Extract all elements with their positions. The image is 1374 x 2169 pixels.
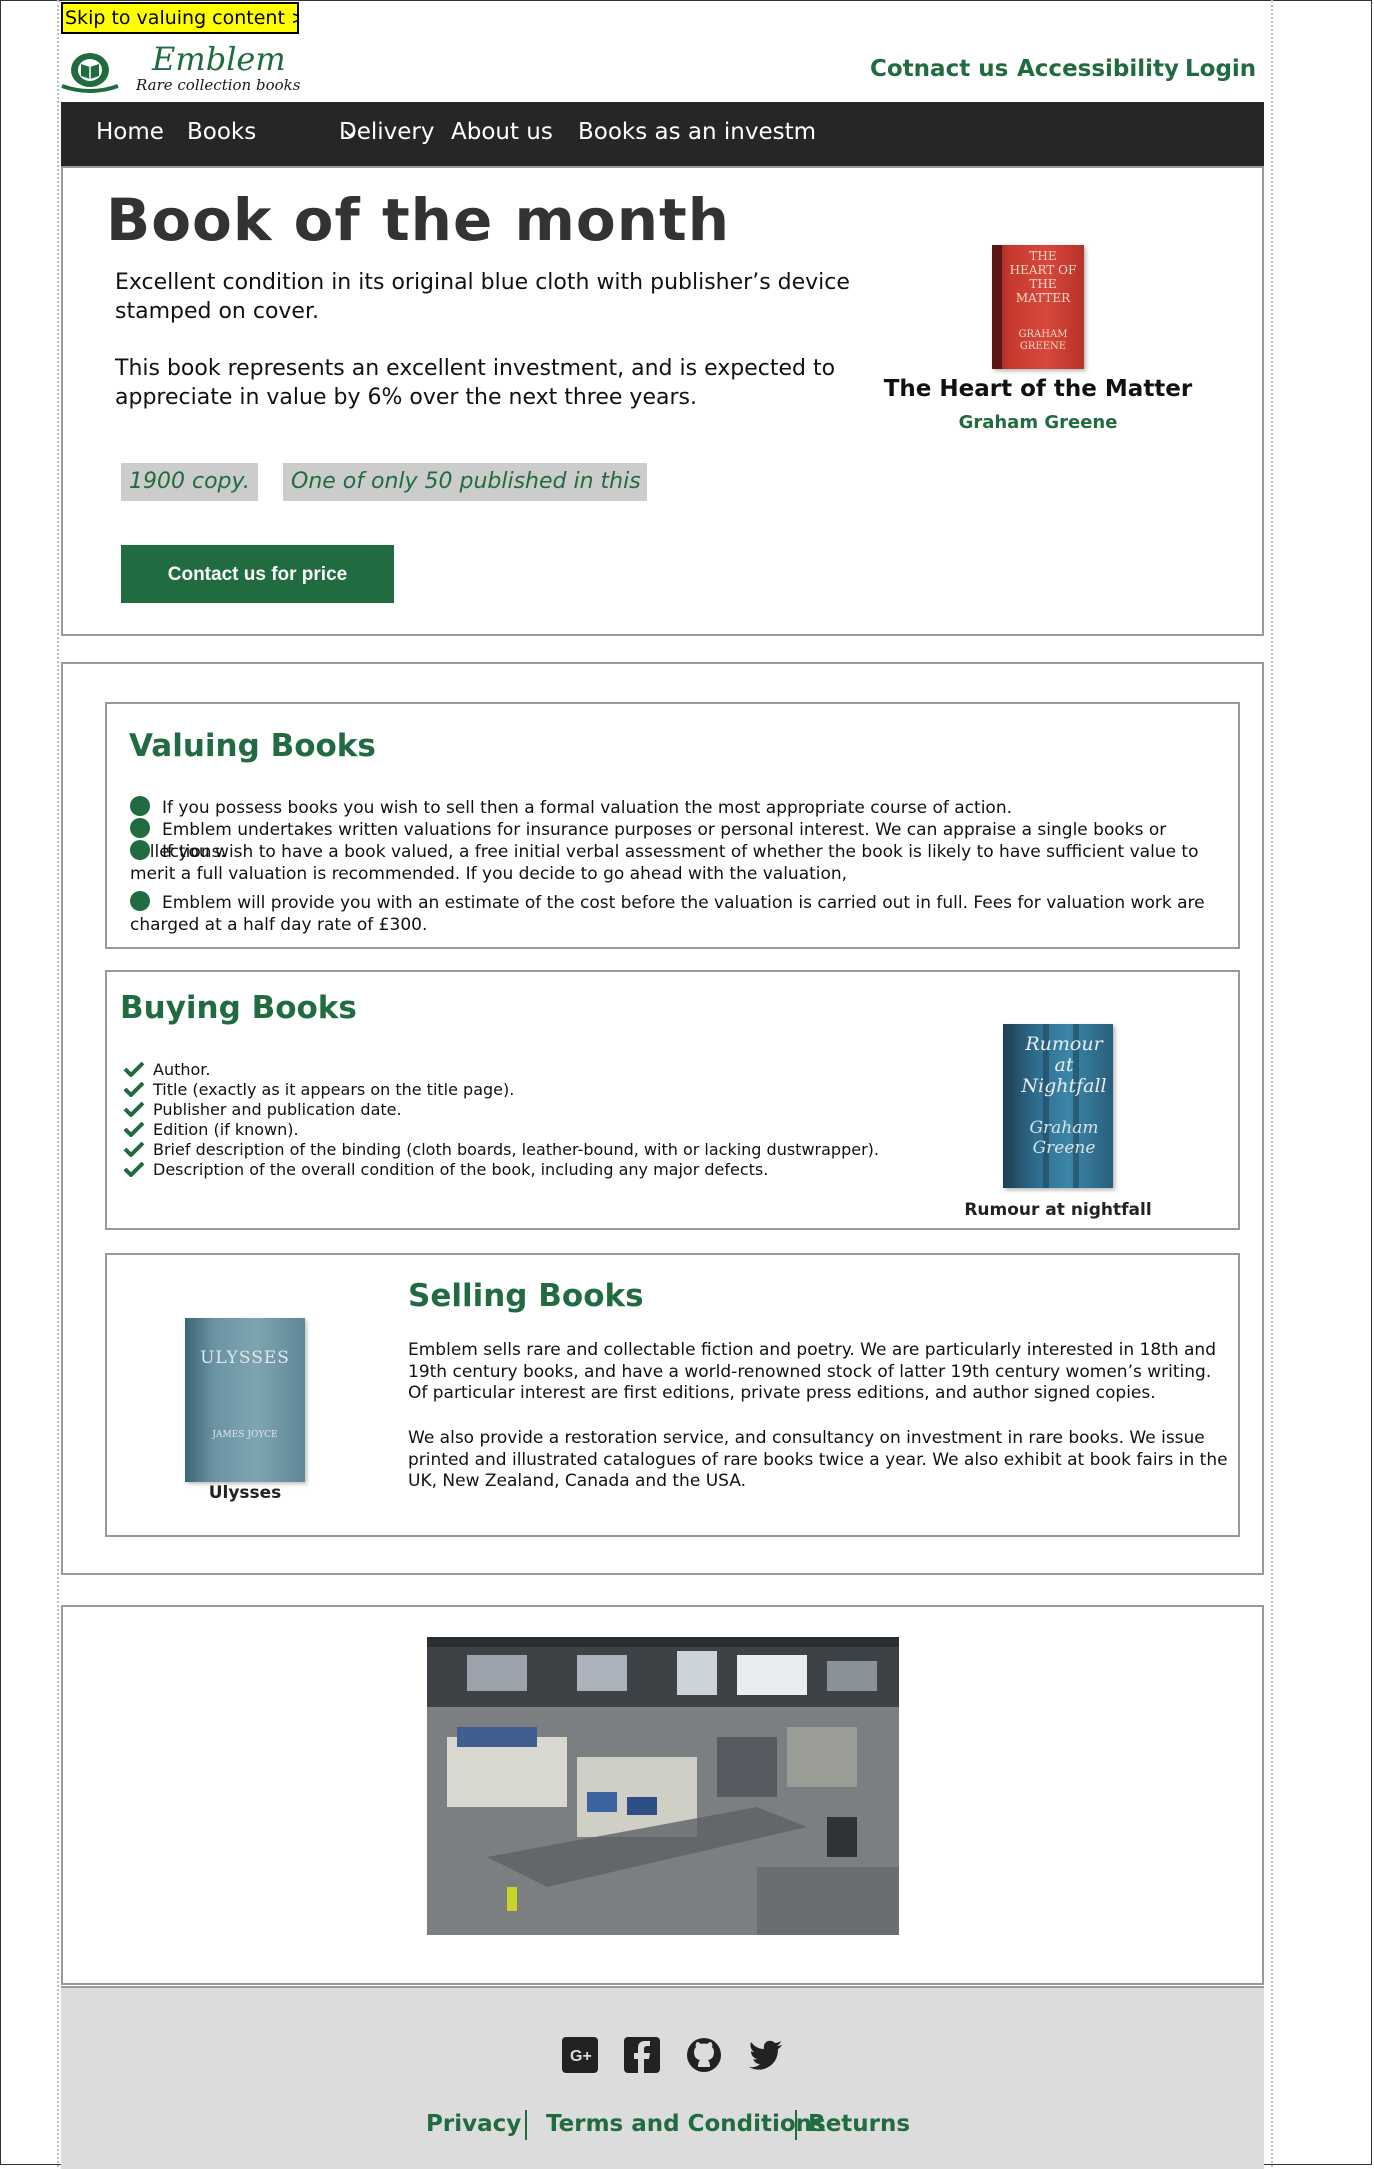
tag-limited-edition: One of only 50 published in this (283, 463, 647, 501)
guide-line-right (1271, 0, 1273, 2167)
cover-title: ULYSSES (200, 1348, 290, 1368)
nav-about-us[interactable]: About us (451, 119, 553, 145)
skip-to-content-link[interactable]: Skip to valuing content >> (61, 2, 299, 34)
cover-author: JAMES JOYCE (212, 1430, 278, 1440)
main-navbar: Home Books Delivery About us Books as an… (61, 102, 1264, 166)
terms-link[interactable]: Terms and Conditions (546, 2111, 826, 2137)
nav-books[interactable]: Books (187, 119, 256, 145)
buying-heading: Buying Books (120, 990, 357, 1026)
contact-us-link[interactable]: Cotnact us (870, 56, 1008, 82)
returns-link[interactable]: Returns (808, 2111, 910, 2137)
footer-separator (795, 2110, 797, 2140)
google-plus-icon[interactable]: G+ (562, 2037, 598, 2073)
brand-tagline: Rare collection books (136, 76, 301, 94)
valuing-heading: Valuing Books (129, 728, 376, 764)
privacy-link[interactable]: Privacy (426, 2111, 521, 2137)
list-item: Author. (123, 1060, 210, 1080)
facebook-icon[interactable] (624, 2037, 660, 2073)
checkmark-icon (123, 1081, 145, 1097)
selling-heading: Selling Books (408, 1278, 644, 1314)
cover-author: Graham Greene (1029, 1118, 1099, 1158)
list-item: Title (exactly as it appears on the titl… (123, 1080, 514, 1100)
list-item: If you wish to have a book valued, a fre… (130, 840, 1199, 884)
checkmark-icon (123, 1121, 145, 1137)
list-item: Emblem will provide you with an estimate… (130, 891, 1205, 935)
selling-paragraph-1: Emblem sells rare and collectable fictio… (408, 1340, 1216, 1403)
selling-image-caption: Ulysses (208, 1483, 282, 1503)
cover-author: GRAHAM GREENE (1018, 329, 1068, 352)
book-cover-heart-of-matter: THE HEART OF THE MATTER GRAHAM GREENE (992, 245, 1084, 369)
bullet-dot-icon (130, 818, 150, 838)
nav-delivery[interactable]: Delivery (339, 119, 434, 145)
checkmark-icon (123, 1141, 145, 1157)
cover-title: Rumour at Nightfall (1021, 1033, 1107, 1097)
accessibility-link[interactable]: Accessibility (1017, 56, 1179, 82)
brand-name: Emblem (152, 40, 286, 78)
page-title: Book of the month (106, 186, 731, 254)
twitter-icon[interactable] (748, 2037, 784, 2073)
nav-books-investment[interactable]: Books as an investm (578, 119, 816, 145)
tag-copy-year: 1900 copy. (121, 463, 258, 501)
list-item: Edition (if known). (123, 1120, 299, 1140)
checkmark-icon (123, 1101, 145, 1117)
cover-title: THE HEART OF THE MATTER (1009, 249, 1077, 305)
bullet-dot-icon (130, 796, 150, 816)
checkmark-icon (123, 1061, 145, 1077)
investment-note: This book represents an excellent invest… (115, 356, 836, 410)
list-item: Publisher and publication date. (123, 1100, 402, 1120)
svg-text:G+: G+ (570, 2048, 592, 2065)
brand-logo[interactable]: Emblem Rare collection books (60, 40, 310, 100)
featured-book-title: The Heart of the Matter (883, 376, 1193, 402)
featured-book-author: Graham Greene (958, 412, 1118, 433)
list-item: If you possess books you wish to sell th… (130, 796, 1220, 820)
site-footer (61, 1986, 1264, 2169)
checkmark-icon (123, 1161, 145, 1177)
list-item: Description of the overall condition of … (123, 1160, 768, 1180)
list-item: Brief description of the binding (cloth … (123, 1140, 879, 1160)
github-icon[interactable] (686, 2037, 722, 2073)
book-cover-ulysses: ULYSSES JAMES JOYCE (185, 1318, 305, 1482)
selling-paragraph-2: We also provide a restoration service, a… (408, 1428, 1228, 1491)
nav-home[interactable]: Home (96, 119, 164, 145)
bullet-dot-icon (130, 891, 150, 911)
contact-for-price-button[interactable]: Contact us for price (121, 545, 394, 603)
login-link[interactable]: Login (1185, 56, 1256, 82)
bullet-dot-icon (130, 840, 150, 860)
buying-image-caption: Rumour at nightfall (964, 1200, 1152, 1220)
warehouse-photo (427, 1637, 899, 1935)
book-description: Excellent condition in its original blue… (115, 270, 850, 324)
footer-separator (525, 2110, 527, 2140)
book-cover-rumour-at-nightfall: Rumour at Nightfall Graham Greene (1003, 1024, 1113, 1188)
book-emblem-icon (61, 53, 119, 93)
guide-line-left (57, 0, 59, 2167)
